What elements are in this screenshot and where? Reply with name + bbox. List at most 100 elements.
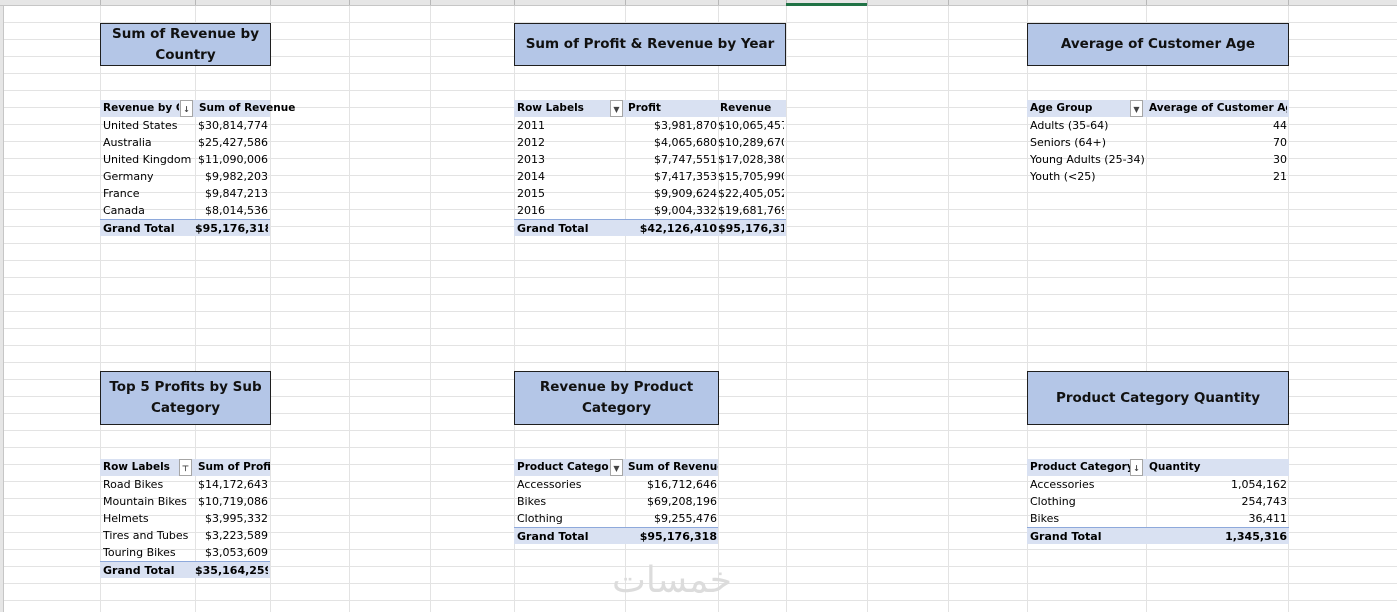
pivot-row-label-header: Age Group xyxy=(1030,102,1093,114)
row-revenue: $15,705,990 xyxy=(718,170,784,183)
title-revenue-by-product-category[interactable]: Revenue by Product Category xyxy=(514,371,719,425)
table-row: Helmets $3,995,332 xyxy=(100,510,270,527)
dropdown-arrow-icon[interactable]: ▼ xyxy=(610,100,623,117)
row-label: 2015 xyxy=(517,187,545,200)
row-value: $9,982,203 xyxy=(205,170,268,183)
table-row: Clothing 254,743 xyxy=(1027,493,1289,510)
sort-descending-icon[interactable]: ↓ xyxy=(1130,459,1143,476)
grid-column-line xyxy=(270,6,271,612)
title-revenue-by-country[interactable]: Sum of Revenue by Country xyxy=(100,23,271,66)
total-label: Grand Total xyxy=(103,564,175,577)
row-label: Germany xyxy=(103,170,154,183)
row-revenue: $19,681,769 xyxy=(718,204,784,217)
pivot-row-label-header: Product Category xyxy=(517,461,609,473)
grand-total-row: Grand Total $95,176,318 xyxy=(100,219,270,236)
pivot-revenue-by-product-category: Product Category ▼ Sum of Revenue Access… xyxy=(514,459,718,544)
table-row: Mountain Bikes $10,719,086 xyxy=(100,493,270,510)
row-revenue: $22,405,052 xyxy=(718,187,784,200)
title-profit-revenue-by-year[interactable]: Sum of Profit & Revenue by Year xyxy=(514,23,786,66)
column-divider xyxy=(430,0,431,5)
table-row: 2013 $7,747,551 $17,028,380 xyxy=(514,151,786,168)
row-value: $9,847,213 xyxy=(205,187,268,200)
table-row: France $9,847,213 xyxy=(100,185,270,202)
filter-sort-icon[interactable]: ⊤ xyxy=(179,459,192,476)
column-divider xyxy=(625,0,626,5)
column-divider xyxy=(718,0,719,5)
total-value: $35,164,259 xyxy=(195,564,268,577)
row-value: $9,255,476 xyxy=(654,512,717,525)
table-row: Adults (35-64) 44 xyxy=(1027,117,1289,134)
grid-column-line xyxy=(948,6,949,612)
row-label: Clothing xyxy=(517,512,563,525)
table-row: Bikes 36,411 xyxy=(1027,510,1289,527)
row-profit: $3,981,870 xyxy=(654,119,717,132)
row-label: Seniors (64+) xyxy=(1030,136,1107,149)
row-value: $25,427,586 xyxy=(198,136,268,149)
title-average-customer-age[interactable]: Average of Customer Age xyxy=(1027,23,1289,66)
column-divider xyxy=(948,0,949,5)
column-divider xyxy=(1146,0,1147,5)
grid-column-line xyxy=(867,6,868,612)
grand-total-row: Grand Total 1,345,316 xyxy=(1027,527,1289,544)
pivot-row-label-header: Row Labels xyxy=(103,461,170,473)
row-value: $3,053,609 xyxy=(205,546,268,559)
dropdown-arrow-icon[interactable]: ▼ xyxy=(610,459,623,476)
row-value: 1,054,162 xyxy=(1231,478,1287,491)
table-row: 2016 $9,004,332 $19,681,769 xyxy=(514,202,786,219)
row-label: United States xyxy=(103,119,178,132)
row-revenue: $10,289,670 xyxy=(718,136,784,149)
total-value: 1,345,316 xyxy=(1225,530,1287,543)
row-label: Touring Bikes xyxy=(103,546,176,559)
total-label: Grand Total xyxy=(103,222,175,235)
pivot-revenue-by-country: Revenue by Cou ↓ Sum of Revenue United S… xyxy=(100,100,295,236)
row-revenue: $17,028,380 xyxy=(718,153,784,166)
row-profit: $4,065,680 xyxy=(654,136,717,149)
row-value: 36,411 xyxy=(1248,512,1288,525)
total-value: $95,176,318 xyxy=(195,222,268,235)
grid-column-line xyxy=(349,6,350,612)
row-label: Accessories xyxy=(1030,478,1095,491)
row-profit: $7,747,551 xyxy=(654,153,717,166)
grand-total-row: Grand Total $42,126,410 $95,176,318 xyxy=(514,219,786,236)
grand-total-row: Grand Total $95,176,318 xyxy=(514,527,718,544)
watermark: خمسات xyxy=(612,560,733,601)
row-value: $69,208,196 xyxy=(647,495,717,508)
row-value: $14,172,643 xyxy=(198,478,268,491)
row-label: Bikes xyxy=(517,495,547,508)
sort-descending-icon[interactable]: ↓ xyxy=(180,100,193,117)
pivot-value-header-revenue: Revenue xyxy=(720,102,772,114)
dropdown-arrow-icon[interactable]: ▼ xyxy=(1130,100,1143,117)
row-label: Helmets xyxy=(103,512,149,525)
pivot-row-label-header: Revenue by Cou xyxy=(103,102,179,114)
row-value: 254,743 xyxy=(1241,495,1288,508)
row-profit: $9,004,332 xyxy=(654,204,717,217)
grid-column-line xyxy=(430,6,431,612)
row-label: 2013 xyxy=(517,153,545,166)
row-value: $8,014,536 xyxy=(205,204,268,217)
row-value: 44 xyxy=(1273,119,1287,132)
row-profit: $9,909,624 xyxy=(654,187,717,200)
title-product-category-quantity[interactable]: Product Category Quantity xyxy=(1027,371,1289,425)
row-value: $11,090,006 xyxy=(198,153,268,166)
table-row: Bikes $69,208,196 xyxy=(514,493,718,510)
pivot-value-header: Average of Customer Age xyxy=(1149,102,1287,114)
pivot-value-header: Quantity xyxy=(1149,461,1201,473)
pivot-row-label-header: Row Labels xyxy=(517,102,584,114)
pivot-value-header-profit: Profit xyxy=(628,102,661,114)
pivot-profit-revenue-by-year: Row Labels ▼ Profit Revenue 2011 $3,981,… xyxy=(514,100,786,236)
row-revenue: $10,065,457 xyxy=(718,119,784,132)
row-label: Adults (35-64) xyxy=(1030,119,1109,132)
row-value: $16,712,646 xyxy=(647,478,717,491)
table-row: Seniors (64+) 70 xyxy=(1027,134,1289,151)
column-divider xyxy=(514,0,515,5)
column-divider xyxy=(349,0,350,5)
row-label: 2012 xyxy=(517,136,545,149)
pivot-header-row: Product Category ▼ Sum of Revenue xyxy=(514,459,718,476)
total-label: Grand Total xyxy=(1030,530,1102,543)
pivot-value-header: Sum of Profit xyxy=(198,461,270,473)
grand-total-row: Grand Total $35,164,259 xyxy=(100,561,270,578)
row-label: Mountain Bikes xyxy=(103,495,187,508)
title-top5-profits-subcategory[interactable]: Top 5 Profits by Sub Category xyxy=(100,371,271,425)
row-profit: $7,417,353 xyxy=(654,170,717,183)
pivot-product-category-quantity: Product Category ↓ Quantity Accessories … xyxy=(1027,459,1289,544)
